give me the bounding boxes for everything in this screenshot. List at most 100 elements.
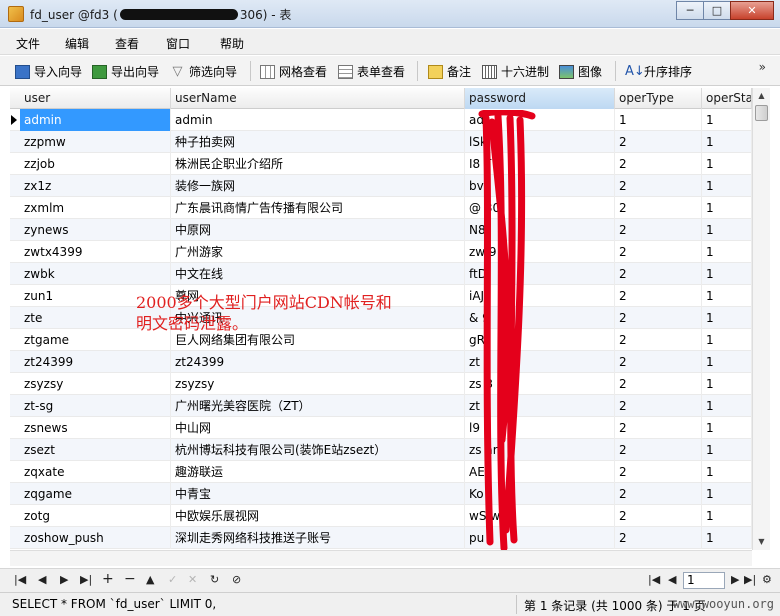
cell-username[interactable]: 深圳走秀网络科技推送子账号 [171,527,465,549]
cell-user[interactable]: zoshow_push [20,527,171,549]
add-record-icon[interactable]: + [102,571,114,587]
cell-opertype[interactable]: 2 [615,285,702,307]
cell-operstatus[interactable]: 1 [702,109,752,131]
next-page-icon[interactable]: ▶ [731,573,739,586]
scroll-up-icon[interactable]: ▲ [753,88,770,104]
cell-operstatus[interactable]: 1 [702,351,752,373]
last-record-icon[interactable]: ▶| [80,573,92,586]
cell-operstatus[interactable]: 1 [702,241,752,263]
cell-opertype[interactable]: 2 [615,439,702,461]
cell-username[interactable]: 广东晨讯商情广告传播有限公司 [171,197,465,219]
cell-user[interactable]: zsnews [20,417,171,439]
table-row[interactable]: zoshow_push 深圳走秀网络科技推送子账号 pu 2 1 [10,527,752,549]
image-button[interactable]: 图像 [559,63,602,80]
cell-user[interactable]: zzpmw [20,131,171,153]
menu-edit[interactable]: 编辑 [65,35,89,52]
stop-icon[interactable]: ⊘ [232,573,241,586]
cell-operstatus[interactable]: 1 [702,285,752,307]
filter-wizard-button[interactable]: ▽ 筛选向导 [170,63,238,80]
apply-changes-icon[interactable]: ✓ [168,573,177,586]
cell-password[interactable]: l9 [465,417,615,439]
cell-opertype[interactable]: 2 [615,307,702,329]
cell-user[interactable]: zxmlm [20,197,171,219]
cell-opertype[interactable]: 2 [615,153,702,175]
cell-user[interactable]: zwbk [20,263,171,285]
cell-opertype[interactable]: 2 [615,263,702,285]
cell-operstatus[interactable]: 1 [702,307,752,329]
cell-username[interactable]: zsyzsy [171,373,465,395]
cell-user[interactable]: zzjob [20,153,171,175]
cell-opertype[interactable]: 2 [615,351,702,373]
cell-opertype[interactable]: 2 [615,241,702,263]
cell-password[interactable]: zs 3 [465,373,615,395]
previous-record-icon[interactable]: ◀ [38,573,46,586]
cell-operstatus[interactable]: 1 [702,219,752,241]
table-row[interactable]: zzpmw 种子拍卖网 lSk U21 [10,131,752,153]
vertical-scrollbar[interactable]: ▲ ▼ [752,88,770,550]
table-row[interactable]: zqgame 中青宝 Ko 2 1 [10,483,752,505]
next-record-icon[interactable]: ▶ [60,573,68,586]
table-row[interactable]: zynews 中原网 N8 2 1 [10,219,752,241]
cell-username[interactable]: zt24399 [171,351,465,373]
discard-changes-icon[interactable]: ✕ [188,573,197,586]
cell-operstatus[interactable]: 1 [702,461,752,483]
cell-username[interactable]: 杭州博坛科技有限公司(装饰E站zsezt） [171,439,465,461]
cell-operstatus[interactable]: 1 [702,439,752,461]
cell-operstatus[interactable]: 1 [702,329,752,351]
menu-file[interactable]: 文件 [16,35,40,52]
table-row[interactable]: zotg 中欧娱乐展视网 wS w21 [10,505,752,527]
table-row[interactable]: zzjob 株洲民企职业介绍所 I8 T21 [10,153,752,175]
cell-username[interactable]: 中文在线 [171,263,465,285]
cell-user[interactable]: zt24399 [20,351,171,373]
cell-operstatus[interactable]: 1 [702,131,752,153]
table-row[interactable]: zt24399 zt24399 zt 2 1 [10,351,752,373]
cell-opertype[interactable]: 2 [615,505,702,527]
cell-opertype[interactable]: 2 [615,483,702,505]
column-header-username[interactable]: userName [171,88,465,109]
menu-window[interactable]: 窗口 [166,35,190,52]
cell-opertype[interactable]: 2 [615,219,702,241]
cell-password[interactable]: lSk U [465,131,615,153]
first-page-icon[interactable]: |◀ [648,573,660,586]
cell-operstatus[interactable]: 1 [702,483,752,505]
cell-opertype[interactable]: 2 [615,373,702,395]
last-page-icon[interactable]: ▶| [744,573,756,586]
cell-password[interactable]: I8 T [465,153,615,175]
cell-password[interactable]: @ 30i [465,197,615,219]
cell-username[interactable]: 广州曙光美容医院（ZT） [171,395,465,417]
toolbar-overflow-button[interactable]: » [759,60,766,74]
cell-username[interactable]: 装修一族网 [171,175,465,197]
cell-opertype[interactable]: 2 [615,329,702,351]
grid-view-button[interactable]: 网格查看 [260,63,327,80]
column-header-operstatus[interactable]: operSta [702,88,752,109]
cell-username[interactable]: admin [171,109,465,131]
cell-operstatus[interactable]: 1 [702,263,752,285]
first-record-icon[interactable]: |◀ [14,573,26,586]
cell-opertype[interactable]: 2 [615,197,702,219]
cell-user[interactable]: zt-sg [20,395,171,417]
hex-button[interactable]: 十六进制 [482,63,549,80]
cell-password[interactable]: N8 [465,219,615,241]
column-header-user[interactable]: user [20,88,171,109]
table-row[interactable]: zqxate 趣游联运 AE 2 1 [10,461,752,483]
cell-opertype[interactable]: 2 [615,461,702,483]
cell-opertype[interactable]: 1 [615,109,702,131]
cell-password[interactable]: gR [465,329,615,351]
table-row[interactable]: zt-sg 广州曙光美容医院（ZT） zt 221 [10,395,752,417]
table-row[interactable]: zsezt 杭州博坛科技有限公司(装饰E站zsezt） zs ar 2 1 [10,439,752,461]
cell-user[interactable]: zwtx4399 [20,241,171,263]
cell-password[interactable]: iAJ [465,285,615,307]
cell-password[interactable]: AE [465,461,615,483]
scroll-down-icon[interactable]: ▼ [753,534,770,550]
cell-username[interactable]: 广州游家 [171,241,465,263]
cell-operstatus[interactable]: 1 [702,417,752,439]
page-number-input[interactable]: 1 [683,572,725,589]
horizontal-scrollbar[interactable] [10,550,752,566]
cell-username[interactable]: 株洲民企职业介绍所 [171,153,465,175]
cell-username[interactable]: 中青宝 [171,483,465,505]
cell-user[interactable]: zsezt [20,439,171,461]
cell-password[interactable]: pu [465,527,615,549]
previous-page-icon[interactable]: ◀ [668,573,676,586]
export-wizard-button[interactable]: 导出向导 [92,63,159,80]
cell-user[interactable]: zotg [20,505,171,527]
